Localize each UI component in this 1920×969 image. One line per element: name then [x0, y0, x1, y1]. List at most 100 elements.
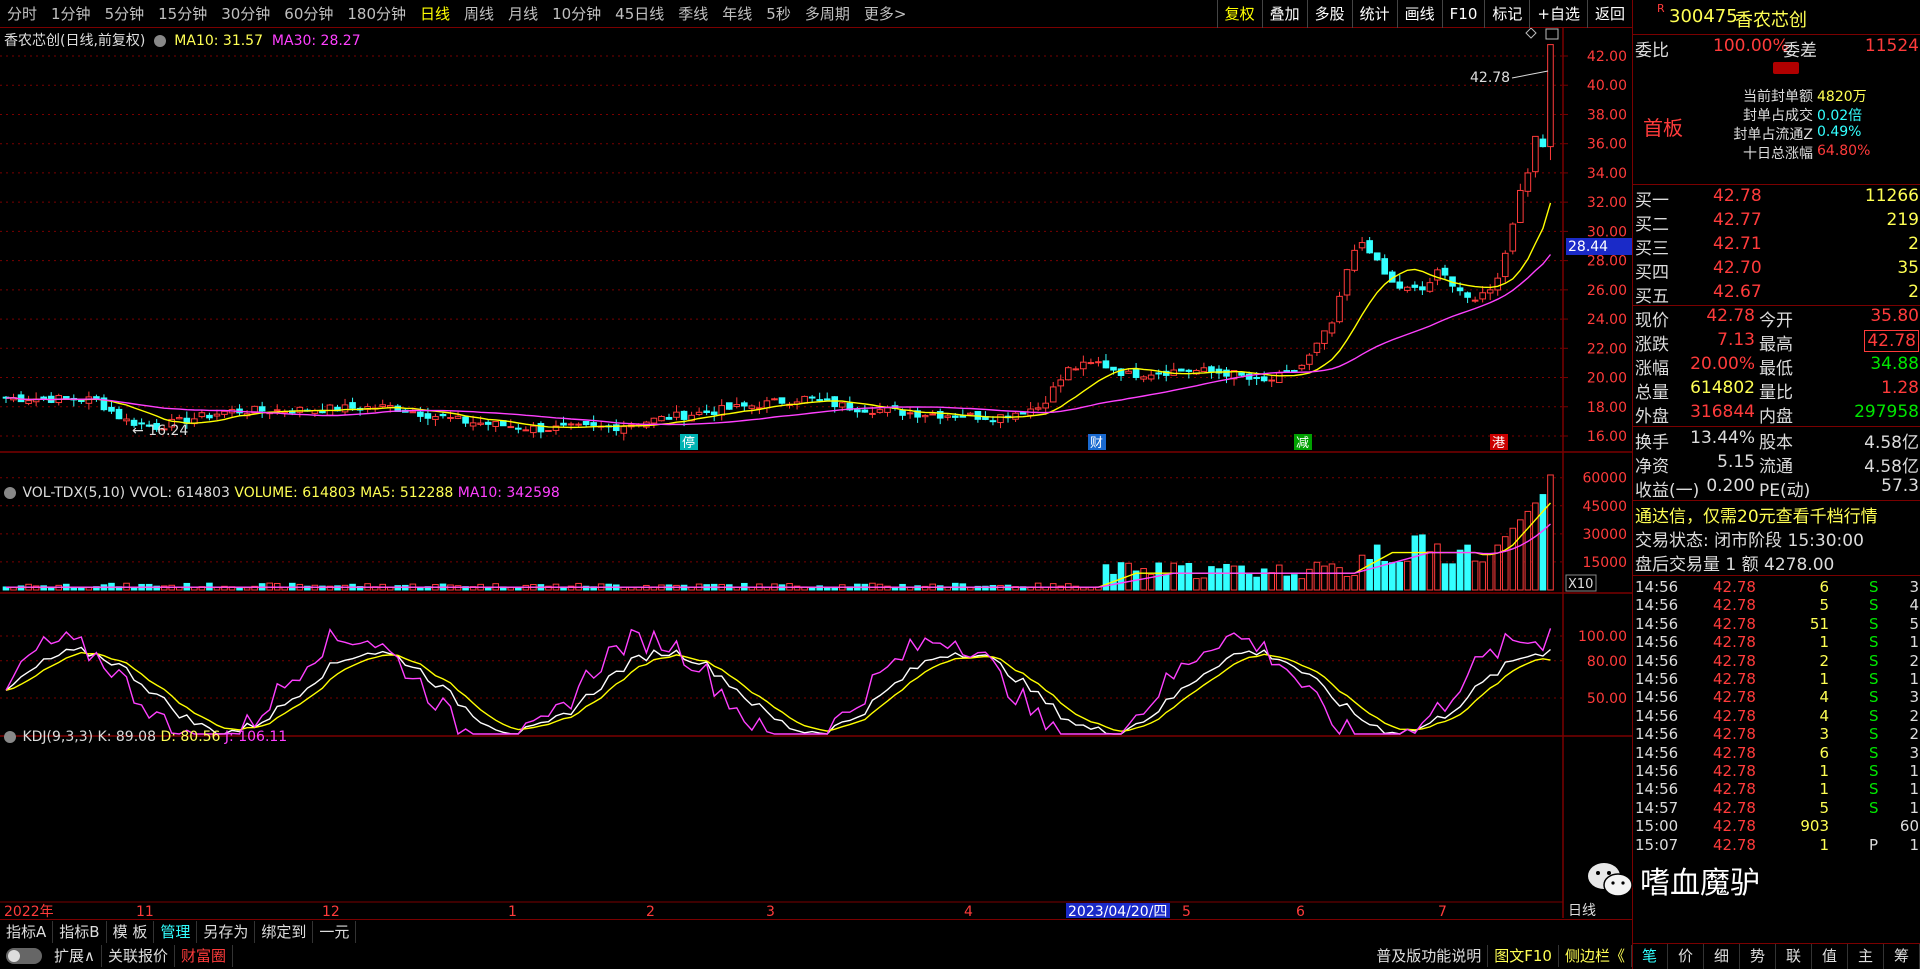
sidebar-toggle[interactable]: 侧边栏《: [1559, 945, 1632, 967]
quote-tab-0[interactable]: 笔: [1632, 944, 1668, 969]
bid-row[interactable]: 买五 42.67 2: [1633, 282, 1920, 307]
seal-value: 0.02倍: [1817, 108, 1863, 124]
bid-row[interactable]: 买四 42.70 35: [1633, 258, 1920, 283]
promo-banner[interactable]: 通达信，仅需20元查看千档行情: [1633, 502, 1920, 527]
period-5[interactable]: 60分钟: [277, 0, 340, 28]
tool-button-4[interactable]: 画线: [1396, 0, 1442, 28]
bid-volume: 35: [1897, 258, 1919, 278]
event-marker[interactable]: 港: [1492, 436, 1505, 451]
tick-price: 42.78: [1713, 835, 1756, 854]
indicator-button-2[interactable]: 模 板: [107, 920, 155, 943]
quote-tab-3[interactable]: 势: [1740, 944, 1776, 969]
x-axis-label: 4: [964, 904, 973, 918]
candle-body: [1080, 361, 1087, 370]
tick-count: 2: [1909, 651, 1919, 670]
bid-volume: 11266: [1864, 186, 1919, 206]
quote-tab-1[interactable]: 价: [1668, 944, 1704, 969]
ext-button-0[interactable]: 扩展∧: [48, 945, 102, 967]
diamond-icon[interactable]: [1525, 28, 1537, 39]
tool-button-1[interactable]: 叠加: [1261, 0, 1307, 28]
ext-button-2[interactable]: 财富圈: [175, 945, 234, 967]
quote-tab-5[interactable]: 值: [1812, 944, 1848, 969]
volume-bar: [1479, 561, 1486, 591]
candle-body: [439, 413, 447, 417]
bid-price: 42.77: [1713, 210, 1762, 230]
volume-bar: [1351, 574, 1358, 591]
quote-tab-6[interactable]: 主: [1848, 944, 1884, 969]
candle-body: [967, 412, 974, 415]
dropdown-icon[interactable]: [4, 731, 16, 743]
period-1[interactable]: 1分钟: [44, 0, 98, 28]
period-16[interactable]: 更多>: [857, 0, 914, 28]
tick-row: 14:56 42.78 2 S 2: [1633, 652, 1920, 670]
window-icon[interactable]: [1545, 28, 1559, 40]
period-14[interactable]: 5秒: [759, 0, 798, 28]
indicator-button-1[interactable]: 指标B: [53, 920, 107, 943]
period-4[interactable]: 30分钟: [214, 0, 277, 28]
period-15[interactable]: 多周期: [798, 0, 857, 28]
seal-label: 当前封单额: [1743, 89, 1813, 105]
dropdown-icon[interactable]: [4, 487, 16, 499]
period-10[interactable]: 10分钟: [545, 0, 608, 28]
volume-bar: [1253, 576, 1260, 591]
event-marker[interactable]: 停: [682, 435, 695, 451]
after-hours: 盘后交易量 1 额 4278.00: [1633, 550, 1920, 575]
bid-row[interactable]: 买二 42.77 219: [1633, 210, 1920, 235]
tool-button-6[interactable]: 标记: [1484, 0, 1529, 28]
volume-bar: [1193, 578, 1200, 591]
event-marker[interactable]: 减: [1296, 436, 1309, 451]
price-tick: 28.00: [1587, 254, 1627, 270]
period-12[interactable]: 季线: [671, 0, 715, 28]
indicator-button-5[interactable]: 绑定到: [255, 920, 314, 943]
bid-row[interactable]: 买一 42.78 11266: [1633, 186, 1920, 211]
indicator-button-4[interactable]: 另存为: [197, 920, 256, 943]
indicator-button-0[interactable]: 指标A: [0, 920, 54, 943]
period-3[interactable]: 15分钟: [151, 0, 214, 28]
stat-row: 换手 13.44% 股本 4.58亿: [1633, 428, 1920, 453]
tool-button-7[interactable]: +自选: [1529, 0, 1587, 28]
toggle-switch[interactable]: [6, 948, 42, 964]
candle-body: [417, 411, 424, 417]
volume-bar: [1321, 565, 1328, 591]
collapse-icon[interactable]: [1773, 62, 1799, 74]
event-marker[interactable]: 财: [1090, 436, 1103, 451]
feature-description-link[interactable]: 普及版功能说明: [1370, 945, 1489, 967]
candle-body: [921, 414, 929, 418]
indicator-button-6[interactable]: 一元: [313, 920, 357, 943]
quote-tab-2[interactable]: 细: [1704, 944, 1740, 969]
kline-chart[interactable]: 42.00 40.00 38.00 36.00 34.00 32.00 30.00 28.00…: [0, 28, 1632, 918]
tool-button-0[interactable]: 复权: [1216, 0, 1262, 28]
period-11[interactable]: 45日线: [608, 0, 671, 28]
stat-value: 57.3: [1881, 476, 1919, 496]
period-0[interactable]: 分时: [0, 0, 44, 28]
period-9[interactable]: 月线: [501, 0, 545, 28]
tool-button-2[interactable]: 多股: [1306, 0, 1352, 28]
tick-side: P: [1869, 835, 1879, 854]
period-2[interactable]: 5分钟: [98, 0, 152, 28]
dropdown-icon[interactable]: [153, 35, 166, 47]
f10-link[interactable]: 图文F10: [1488, 945, 1559, 967]
kdj-d-value: D: 80.56: [160, 729, 221, 745]
period-6[interactable]: 180分钟: [340, 0, 413, 28]
kdj-tick: 80.00: [1587, 654, 1627, 670]
quote-tab-7[interactable]: 筹: [1884, 944, 1920, 969]
candle-body: [1260, 376, 1268, 382]
stat-value: 4.58亿: [1864, 433, 1919, 453]
candle-body: [62, 396, 70, 399]
price-tick: 40.00: [1587, 78, 1627, 94]
tool-button-3[interactable]: 统计: [1351, 0, 1397, 28]
quote-tab-4[interactable]: 联: [1776, 944, 1812, 969]
vol-ma5-value: MA5: 512288: [360, 485, 454, 501]
promo-text[interactable]: 通达信，仅需20元查看千档行情: [1635, 502, 1878, 527]
period-8[interactable]: 周线: [457, 0, 501, 28]
indicator-button-3[interactable]: 管理: [154, 920, 198, 943]
period-13[interactable]: 年线: [715, 0, 759, 28]
bid-row[interactable]: 买三 42.71 2: [1633, 234, 1920, 259]
trade-state: 交易状态: 闭市阶段 15:30:00: [1633, 526, 1920, 551]
period-7[interactable]: 日线: [413, 0, 457, 28]
tool-button-8[interactable]: 返回: [1586, 0, 1632, 28]
candle-body: [710, 411, 718, 416]
ext-button-1[interactable]: 关联报价: [102, 945, 175, 967]
tick-side: S: [1869, 706, 1879, 725]
tool-button-5[interactable]: F10: [1441, 0, 1485, 28]
